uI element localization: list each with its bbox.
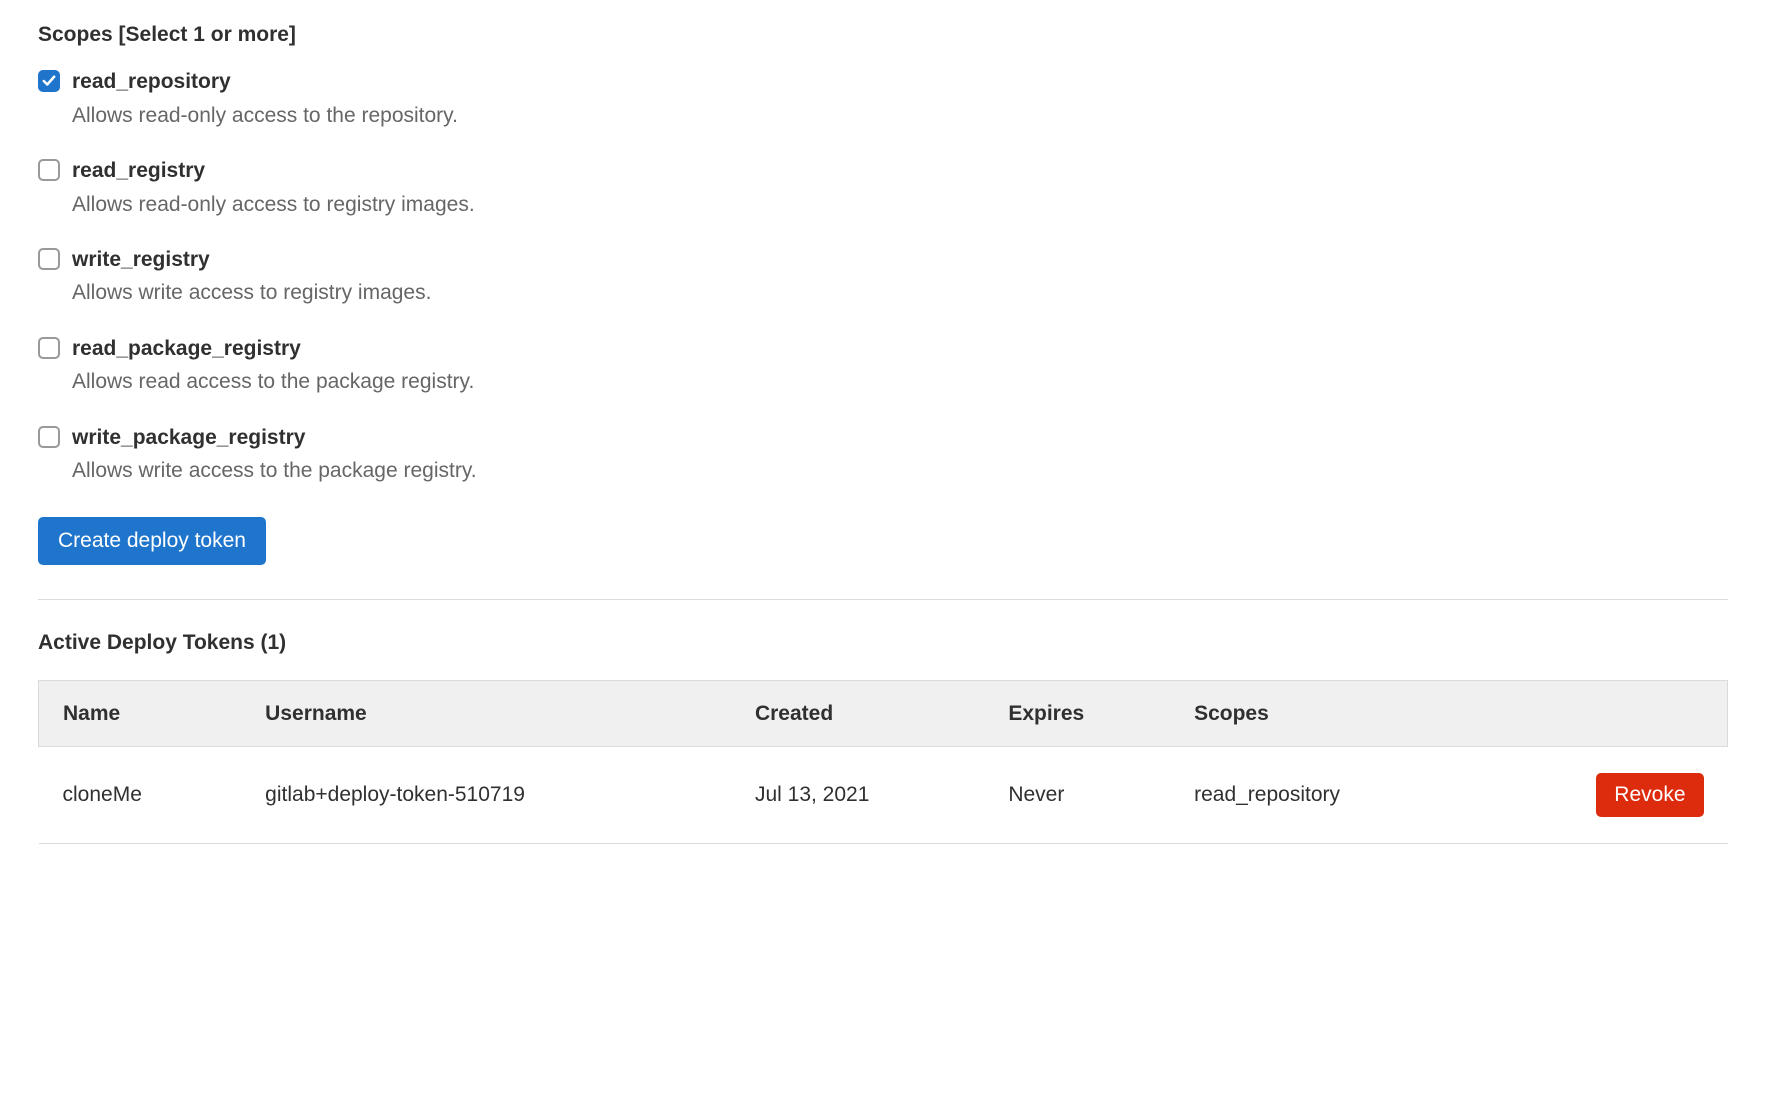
- create-deploy-token-button[interactable]: Create deploy token: [38, 517, 266, 565]
- scope-checkbox-write-package-registry[interactable]: [38, 426, 60, 448]
- col-expires-header: Expires: [984, 680, 1170, 746]
- scope-name: write_package_registry: [72, 423, 477, 452]
- scopes-section-label: Scopes [Select 1 or more]: [38, 20, 1728, 49]
- cell-scopes: read_repository: [1170, 747, 1525, 844]
- col-created-header: Created: [731, 680, 984, 746]
- scope-item-read-registry: read_registry Allows read-only access to…: [38, 156, 1728, 219]
- scope-checkbox-write-registry[interactable]: [38, 248, 60, 270]
- scope-checkbox-read-registry[interactable]: [38, 159, 60, 181]
- scope-checkbox-read-package-registry[interactable]: [38, 337, 60, 359]
- cell-username: gitlab+deploy-token-510719: [241, 747, 731, 844]
- scope-desc: Allows read-only access to registry imag…: [72, 190, 475, 219]
- deploy-tokens-table: Name Username Created Expires Scopes clo…: [38, 680, 1728, 844]
- scope-desc: Allows read access to the package regist…: [72, 367, 474, 396]
- cell-expires: Never: [984, 747, 1170, 844]
- scope-desc: Allows write access to registry images.: [72, 278, 431, 307]
- revoke-button[interactable]: Revoke: [1596, 773, 1703, 817]
- scope-name: write_registry: [72, 245, 431, 274]
- active-deploy-tokens-heading: Active Deploy Tokens (1): [38, 628, 1728, 657]
- scope-item-write-package-registry: write_package_registry Allows write acce…: [38, 423, 1728, 486]
- divider: [38, 599, 1728, 600]
- scope-desc: Allows read-only access to the repositor…: [72, 101, 458, 130]
- table-row: cloneMe gitlab+deploy-token-510719 Jul 1…: [39, 747, 1728, 844]
- col-scopes-header: Scopes: [1170, 680, 1525, 746]
- scope-item-read-package-registry: read_package_registry Allows read access…: [38, 334, 1728, 397]
- scopes-list: read_repository Allows read-only access …: [38, 67, 1728, 485]
- cell-actions: Revoke: [1525, 747, 1728, 844]
- scope-item-write-registry: write_registry Allows write access to re…: [38, 245, 1728, 308]
- scope-desc: Allows write access to the package regis…: [72, 456, 477, 485]
- scope-name: read_registry: [72, 156, 475, 185]
- scope-name: read_repository: [72, 67, 458, 96]
- col-actions-header: [1525, 680, 1728, 746]
- scope-checkbox-read-repository[interactable]: [38, 70, 60, 92]
- scope-name: read_package_registry: [72, 334, 474, 363]
- col-name-header: Name: [39, 680, 242, 746]
- col-username-header: Username: [241, 680, 731, 746]
- scope-item-read-repository: read_repository Allows read-only access …: [38, 67, 1728, 130]
- cell-name: cloneMe: [39, 747, 242, 844]
- cell-created: Jul 13, 2021: [731, 747, 984, 844]
- check-icon: [42, 74, 56, 88]
